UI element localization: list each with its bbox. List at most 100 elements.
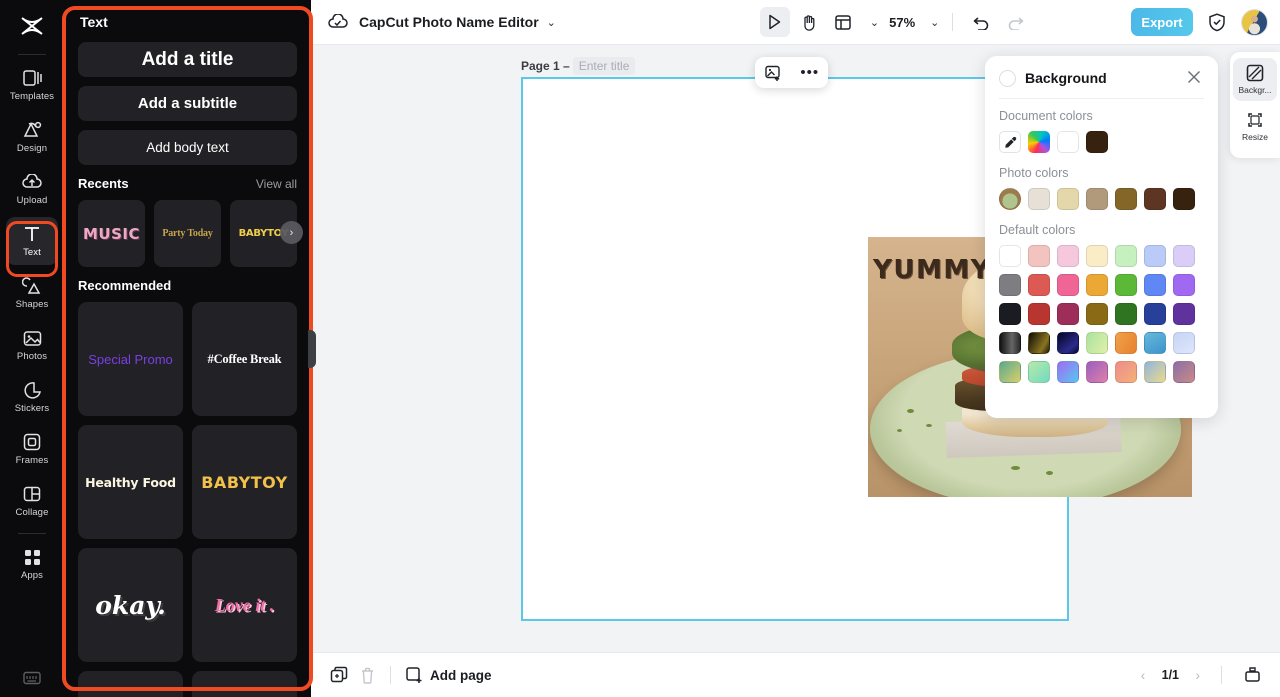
default-color-swatch[interactable] [1144, 303, 1166, 325]
photo-thumbnail-swatch[interactable] [999, 188, 1021, 210]
photo-color-swatch[interactable] [1057, 188, 1079, 210]
sidebar-item-shapes[interactable]: Shapes [6, 269, 58, 317]
default-gradient-swatch[interactable] [1086, 332, 1108, 354]
default-color-swatch[interactable] [1115, 245, 1137, 267]
sidebar-item-stickers[interactable]: Stickers [6, 373, 58, 421]
add-title-button[interactable]: Add a title [78, 42, 297, 77]
sidebar-item-apps[interactable]: Apps [6, 540, 58, 588]
photo-color-swatch[interactable] [1144, 188, 1166, 210]
default-color-swatch[interactable] [1144, 274, 1166, 296]
chevron-left-icon[interactable]: ‹ [1136, 667, 1151, 683]
list-item[interactable]: MUSIC [78, 200, 145, 267]
chevron-right-icon[interactable]: › [280, 221, 303, 244]
more-options-icon[interactable]: ••• [797, 60, 823, 86]
default-color-swatch[interactable] [999, 274, 1021, 296]
sidebar-item-frames[interactable]: Frames [6, 425, 58, 473]
document-color-swatch[interactable] [1057, 131, 1079, 153]
export-button[interactable]: Export [1131, 8, 1193, 36]
default-color-swatch[interactable] [1173, 303, 1195, 325]
list-item[interactable]: Healthy Food [78, 425, 183, 539]
list-item[interactable]: Special Promo [78, 302, 183, 416]
hand-pan-tool[interactable] [794, 7, 824, 37]
default-gradient-swatch[interactable] [999, 361, 1021, 383]
default-color-swatch[interactable] [1028, 274, 1050, 296]
trash-icon[interactable] [353, 661, 381, 689]
avatar[interactable] [1241, 8, 1268, 36]
chevron-down-icon[interactable]: ⌄ [547, 16, 556, 29]
close-icon[interactable] [1186, 69, 1204, 87]
background-color-preview[interactable] [999, 69, 1016, 87]
photo-color-swatch[interactable] [1028, 188, 1050, 210]
page-grid-icon[interactable] [1238, 661, 1266, 689]
default-gradient-swatch[interactable] [1028, 361, 1050, 383]
keyboard-shortcuts-button[interactable] [0, 671, 64, 685]
default-gradient-swatch[interactable] [1115, 332, 1137, 354]
sidebar-item-upload[interactable]: Upload [6, 165, 58, 213]
photo-color-swatch[interactable] [1086, 188, 1108, 210]
list-item[interactable]: okay. [78, 548, 183, 662]
undo-icon[interactable] [966, 7, 996, 37]
default-color-swatch[interactable] [1057, 245, 1079, 267]
default-gradient-swatch[interactable] [1057, 361, 1079, 383]
sidebar-item-text[interactable]: Text [6, 217, 58, 265]
zoom-level-value[interactable]: 57% [889, 15, 915, 30]
sidebar-item-collage[interactable]: Collage [6, 477, 58, 525]
redo-icon[interactable] [1000, 7, 1030, 37]
default-color-swatch[interactable] [1028, 245, 1050, 267]
page-title-input[interactable]: Enter title [572, 57, 636, 75]
zoom-chevron-down-icon[interactable]: ⌄ [870, 16, 879, 29]
default-color-swatch[interactable] [999, 303, 1021, 325]
sidebar-item-templates[interactable]: Templates [6, 61, 58, 109]
default-color-swatch[interactable] [1173, 245, 1195, 267]
default-gradient-swatch[interactable] [1086, 361, 1108, 383]
chevron-right-icon[interactable]: › [1190, 667, 1205, 683]
default-gradient-swatch[interactable] [1173, 332, 1195, 354]
list-item[interactable]: BABYTOY [192, 425, 297, 539]
photo-color-swatch[interactable] [1115, 188, 1137, 210]
color-picker-swatch[interactable] [1028, 131, 1050, 153]
default-color-swatch[interactable] [1115, 303, 1137, 325]
default-gradient-swatch[interactable] [1057, 332, 1079, 354]
shield-check-icon[interactable] [1202, 7, 1232, 37]
list-item[interactable] [192, 671, 297, 697]
sidebar-item-photos[interactable]: Photos [6, 321, 58, 369]
sidebar-item-design[interactable]: Design [6, 113, 58, 161]
default-color-swatch[interactable] [1144, 245, 1166, 267]
document-title[interactable]: CapCut Photo Name Editor [359, 14, 539, 30]
default-gradient-swatch[interactable] [1028, 332, 1050, 354]
capcut-logo-icon[interactable] [12, 8, 52, 44]
default-color-swatch[interactable] [1115, 274, 1137, 296]
add-body-text-button[interactable]: Add body text [78, 130, 297, 165]
default-gradient-swatch[interactable] [1144, 332, 1166, 354]
list-item[interactable]: Party Today [154, 200, 221, 267]
default-gradient-swatch[interactable] [999, 332, 1021, 354]
cloud-saved-icon[interactable] [323, 7, 353, 37]
default-color-swatch[interactable] [1086, 303, 1108, 325]
default-color-swatch[interactable] [1057, 274, 1079, 296]
add-page-button[interactable]: Add page [406, 666, 492, 684]
default-gradient-swatch[interactable] [1115, 361, 1137, 383]
photo-color-swatch[interactable] [1173, 188, 1195, 210]
select-cursor-tool[interactable] [759, 7, 790, 37]
right-panel-item-resize[interactable]: Resize [1233, 105, 1277, 148]
recents-view-all-link[interactable]: View all [256, 177, 297, 191]
zoom-menu-chevron-icon[interactable]: ⌄ [930, 16, 939, 29]
add-subtitle-button[interactable]: Add a subtitle [78, 86, 297, 121]
list-item[interactable]: #Coffee Break [192, 302, 297, 416]
default-color-swatch[interactable] [1028, 303, 1050, 325]
default-color-swatch[interactable] [999, 245, 1021, 267]
eyedropper-icon[interactable] [999, 131, 1021, 153]
default-color-swatch[interactable] [1086, 245, 1108, 267]
default-color-swatch[interactable] [1086, 274, 1108, 296]
list-item[interactable] [78, 671, 183, 697]
photo-overlay-text[interactable]: YUMMY [873, 255, 991, 285]
list-item[interactable]: Love it . [192, 548, 297, 662]
default-gradient-swatch[interactable] [1173, 361, 1195, 383]
default-color-swatch[interactable] [1173, 274, 1195, 296]
duplicate-page-icon[interactable] [325, 661, 353, 689]
panel-collapse-handle[interactable] [308, 330, 316, 368]
document-color-swatch[interactable] [1086, 131, 1108, 153]
replace-image-icon[interactable] [760, 60, 786, 86]
default-gradient-swatch[interactable] [1144, 361, 1166, 383]
default-color-swatch[interactable] [1057, 303, 1079, 325]
